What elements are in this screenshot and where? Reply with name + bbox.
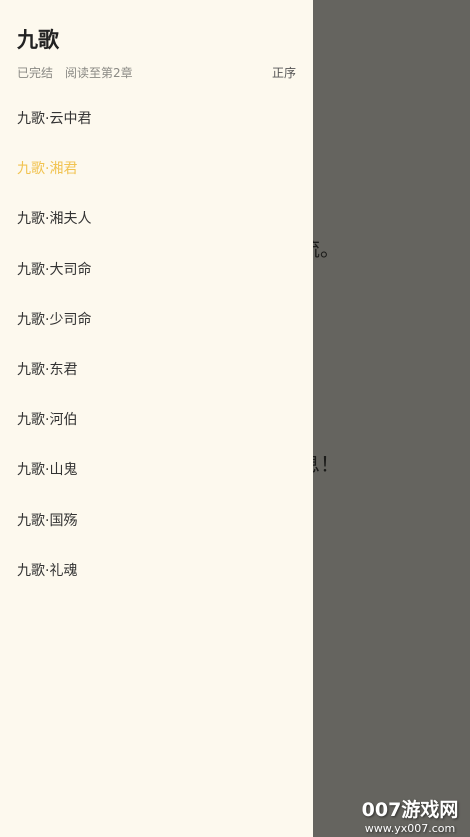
chapter-item[interactable]: 九歌·大司命 (0, 245, 313, 295)
chapter-item[interactable]: 九歌·湘夫人 (0, 194, 313, 244)
reading-progress: 阅读至第2章 (65, 66, 133, 80)
sort-order-button[interactable]: 正序 (272, 64, 296, 81)
chapter-item[interactable]: 九歌·礼魂 (0, 546, 313, 596)
book-meta: 已完结 阅读至第2章 (17, 64, 133, 81)
chapter-item[interactable]: 九歌·少司命 (0, 295, 313, 345)
chapter-item[interactable]: 九歌·河伯 (0, 395, 313, 445)
site-watermark: 007游戏网 www.yx007.com (354, 799, 466, 835)
watermark-logo-text: 007游戏网 (361, 799, 459, 821)
chapter-drawer: 九歌 已完结 阅读至第2章 正序 九歌·云中君 九歌·湘君 九歌·湘夫人 九歌·大… (0, 0, 313, 837)
chapter-item[interactable]: 九歌·东君 (0, 345, 313, 395)
book-title: 九歌 (17, 28, 59, 52)
chapter-item[interactable]: 九歌·湘君 (0, 144, 313, 194)
chapter-item[interactable]: 九歌·山鬼 (0, 445, 313, 495)
completion-status: 已完结 (17, 66, 54, 80)
chapter-item[interactable]: 九歌·云中君 (0, 94, 313, 144)
watermark-url: www.yx007.com (364, 822, 456, 835)
chapter-item[interactable]: 九歌·国殇 (0, 496, 313, 546)
chapter-list: 九歌·云中君 九歌·湘君 九歌·湘夫人 九歌·大司命 九歌·少司命 九歌·东君 … (0, 94, 313, 596)
